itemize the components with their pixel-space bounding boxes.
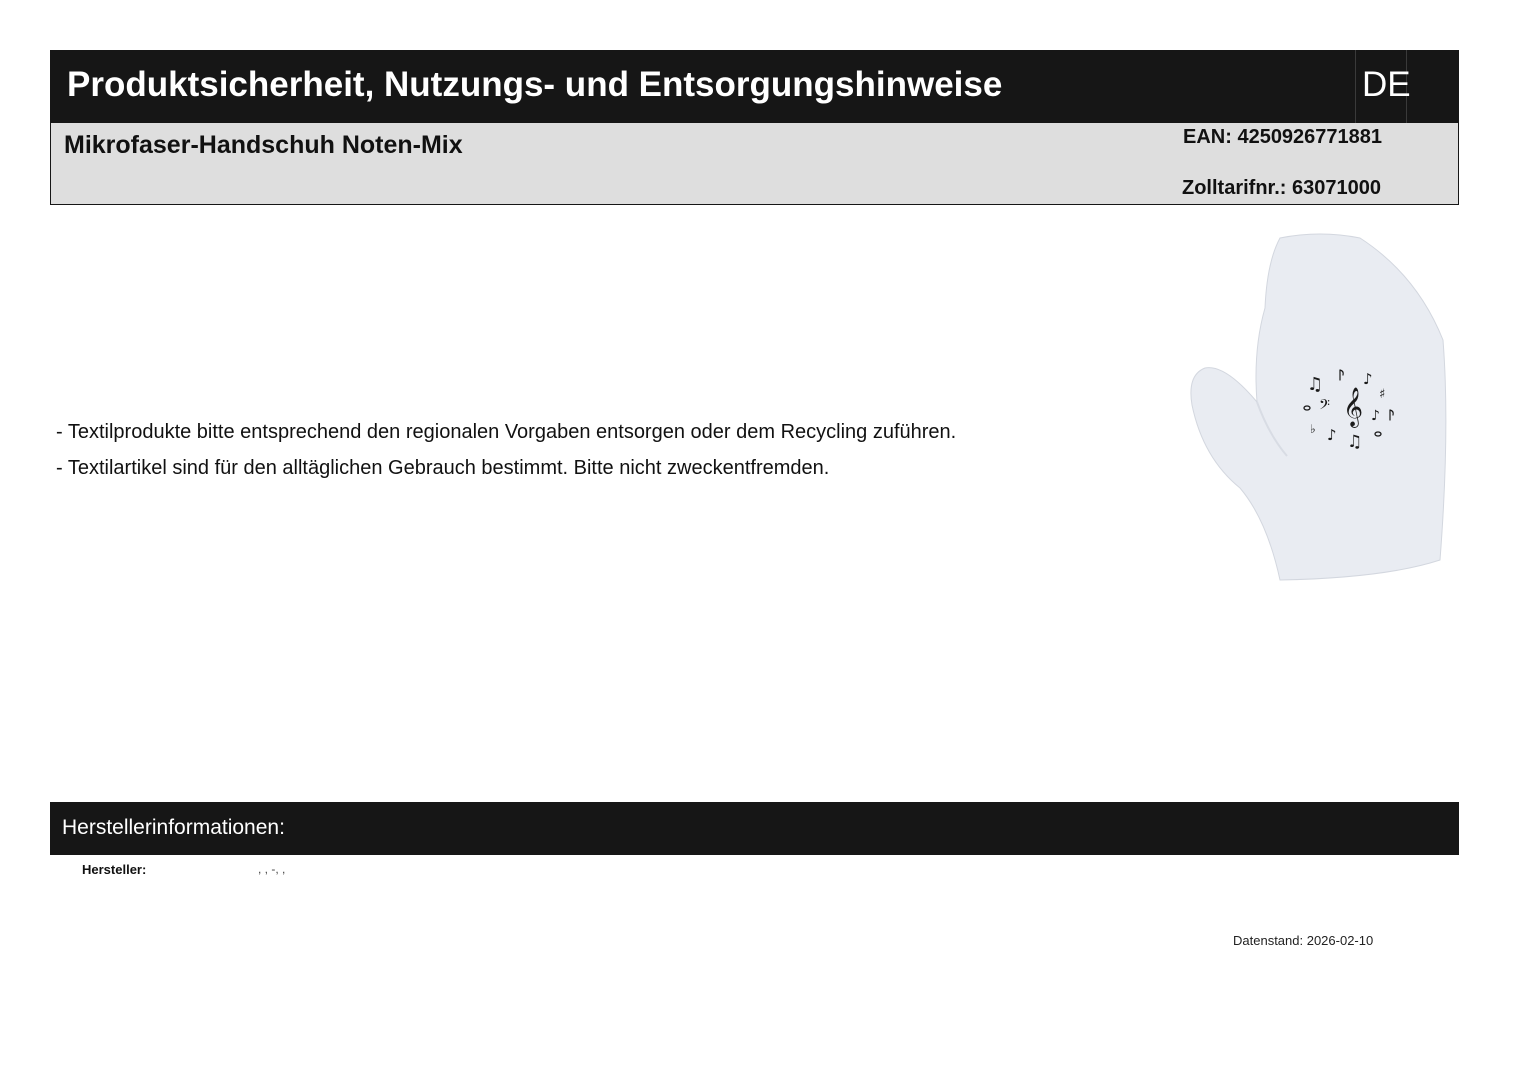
product-info-bar: Mikrofaser-Handschuh Noten-Mix EAN: 4250…: [50, 123, 1459, 205]
data-date-stamp: Datenstand: 2026-02-10: [1233, 933, 1374, 948]
svg-text:𝄢: 𝄢: [1319, 397, 1330, 417]
manufacturer-section-title: Herstellerinformationen:: [62, 816, 285, 839]
svg-text:♪: ♪: [1327, 426, 1337, 444]
manufacturer-section-bar: Herstellerinformationen:: [50, 802, 1459, 855]
note-usage: - Textilartikel sind für den alltägliche…: [56, 457, 830, 479]
safety-notes: - Textilprodukte bitte entsprechend den …: [56, 414, 956, 486]
note-disposal: - Textilprodukte bitte entsprechend den …: [56, 421, 957, 443]
svg-text:♭: ♭: [1310, 422, 1316, 436]
svg-text:♯: ♯: [1379, 387, 1385, 402]
ean-code: EAN: 4250926771881: [1183, 126, 1383, 148]
language-label: DE: [1362, 65, 1411, 104]
customs-tariff-number: Zolltarifnr.: 63071000: [1182, 177, 1381, 199]
svg-text:♫: ♫: [1307, 374, 1323, 395]
language-badge: DE: [1355, 50, 1411, 123]
page-title: Produktsicherheit, Nutzungs- und Entsorg…: [67, 65, 1003, 104]
svg-text:𝄞: 𝄞: [1343, 387, 1363, 428]
manufacturer-label: Hersteller:: [82, 862, 147, 877]
svg-text:♫: ♫: [1347, 432, 1362, 452]
header-bar: Produktsicherheit, Nutzungs- und Entsorg…: [50, 50, 1459, 123]
product-image-mitten: 𝄞 𝄢 ♫ ♪ ♯ ♪ ♪ ♫ ♭: [1190, 233, 1447, 581]
svg-text:♪: ♪: [1371, 408, 1380, 424]
product-name: Mikrofaser-Handschuh Noten-Mix: [64, 131, 463, 159]
svg-text:♪: ♪: [1363, 370, 1373, 388]
manufacturer-value: , , -, ,: [258, 862, 286, 876]
